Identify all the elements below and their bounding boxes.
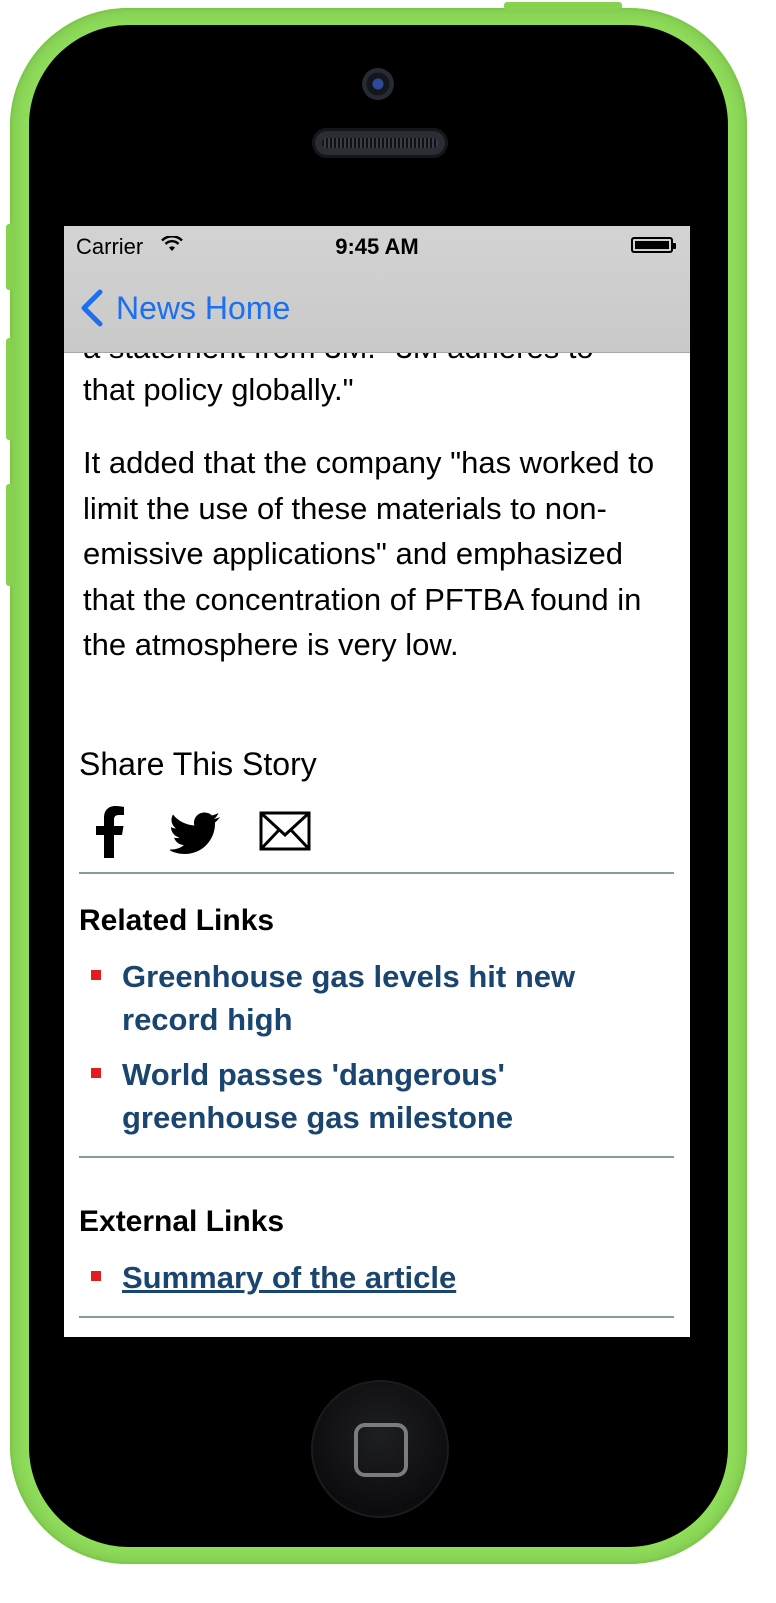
app-screen: a statement from 3M. "3M adheres to that… — [64, 226, 690, 1337]
related-link[interactable]: Greenhouse gas levels hit new record hig… — [122, 955, 662, 1041]
bullet — [91, 970, 101, 980]
earpiece-speaker — [312, 128, 448, 158]
back-label: News Home — [116, 289, 291, 326]
chevron-left-icon — [81, 289, 103, 327]
divider — [79, 1156, 674, 1158]
twitter-icon[interactable] — [168, 804, 222, 858]
battery-icon — [631, 237, 676, 253]
article-paragraph: It added that the company "has worked to… — [83, 445, 655, 662]
related-links-title: Related Links — [79, 904, 275, 937]
volume-up-button — [6, 338, 14, 440]
front-camera-icon — [362, 68, 394, 100]
external-links-title: External Links — [79, 1205, 285, 1238]
divider — [79, 872, 674, 874]
volume-down-button — [6, 484, 14, 586]
mute-switch — [6, 224, 14, 290]
back-button[interactable]: News Home — [78, 288, 290, 328]
navigation-bar: Carrier 9:45 AM News Home — [64, 226, 690, 353]
bullet — [91, 1068, 101, 1078]
divider — [79, 1316, 674, 1318]
article-paragraph: that policy globally." — [83, 372, 354, 407]
home-square-icon — [354, 1423, 408, 1477]
power-button — [504, 2, 622, 10]
bullet — [91, 1271, 101, 1281]
share-title: Share This Story — [79, 746, 317, 782]
external-link[interactable]: Summary of the article — [122, 1256, 662, 1299]
related-link[interactable]: World passes 'dangerous' greenhouse gas … — [122, 1053, 662, 1139]
status-time: 9:45 AM — [335, 234, 419, 259]
facebook-icon[interactable] — [94, 804, 124, 858]
email-icon[interactable] — [259, 804, 311, 858]
home-button[interactable] — [311, 1380, 449, 1518]
